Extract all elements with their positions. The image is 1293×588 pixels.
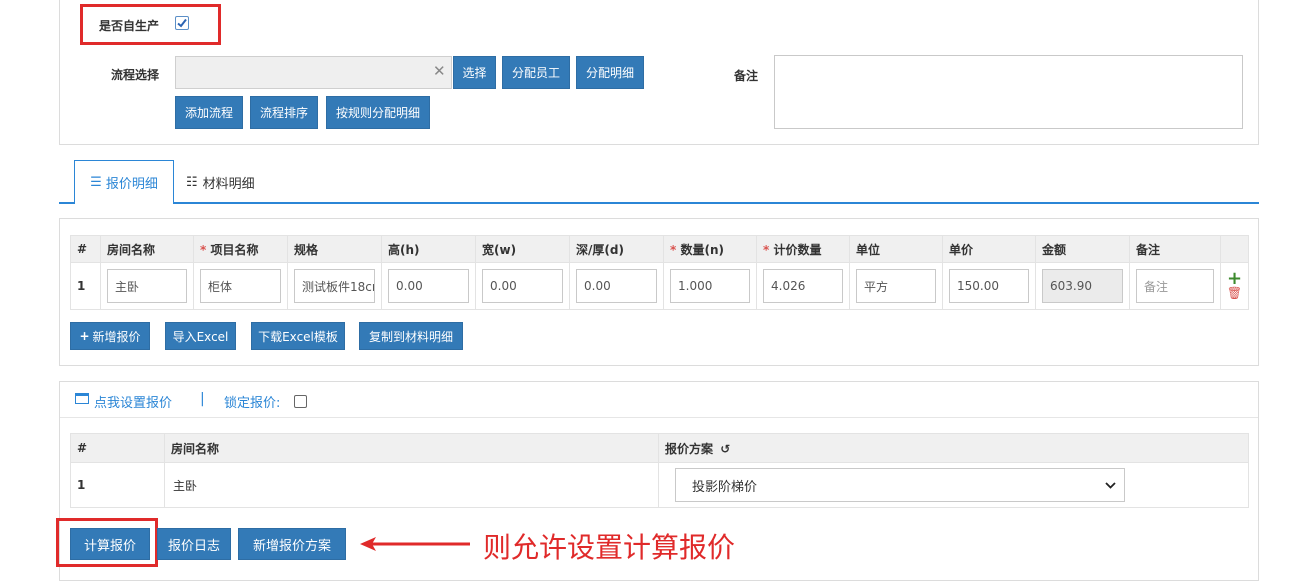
col-header-qty: * 数量(n) xyxy=(663,235,757,263)
add-process-button[interactable]: 添加流程 xyxy=(175,96,243,129)
height-input[interactable]: 0.00 xyxy=(388,269,469,303)
pricing-separator: | xyxy=(200,391,205,407)
tab-quote-detail[interactable]: ☰ 报价明细 xyxy=(74,160,174,204)
pricing-col-room: 房间名称 xyxy=(164,433,659,463)
lock-pricing-checkbox[interactable] xyxy=(294,395,307,408)
arrow-left-icon xyxy=(360,537,470,551)
ordered-list-icon: ☰ xyxy=(90,175,102,190)
process-select-input[interactable] xyxy=(175,56,452,89)
width-input[interactable]: 0.00 xyxy=(482,269,563,303)
col-header-amount: 金额 xyxy=(1035,235,1130,263)
col-header-actions xyxy=(1220,235,1249,263)
chevron-down-icon xyxy=(1105,478,1116,493)
calc-qty-input[interactable]: 4.026 xyxy=(763,269,843,303)
copy-to-material-button[interactable]: 复制到材料明细 xyxy=(359,322,463,350)
add-row-icon[interactable]: + xyxy=(1222,270,1247,288)
sort-process-button[interactable]: 流程排序 xyxy=(250,96,318,129)
pricing-col-index: # xyxy=(70,433,165,463)
tab-quote-detail-label: 报价明细 xyxy=(105,177,158,192)
table-row: 1 主卧 投影阶梯价 xyxy=(70,462,1249,508)
unit-input[interactable]: 平方 xyxy=(856,269,936,303)
col-header-price: 单价 xyxy=(942,235,1036,263)
row-index: 1 xyxy=(70,262,101,310)
col-header-spec: 规格 xyxy=(287,235,382,263)
table-row: 1 主卧 柜体 测试板件18cr 0.00 0.00 0.00 1.000 4.… xyxy=(70,262,1249,310)
delete-row-icon[interactable]: 🗑 xyxy=(1222,286,1247,300)
col-header-room: 房间名称 xyxy=(100,235,194,263)
qty-input[interactable]: 1.000 xyxy=(670,269,750,303)
pricing-col-scheme-label: 报价方案 xyxy=(665,441,714,456)
col-header-index: # xyxy=(70,235,101,263)
room-input[interactable]: 主卧 xyxy=(107,269,187,303)
pricing-table: # 房间名称 报价方案 ↺ 1 主卧 投影阶梯价 xyxy=(70,433,1249,508)
add-scheme-button[interactable]: 新增报价方案 xyxy=(238,528,346,560)
list-icon: ☷ xyxy=(186,174,198,190)
clear-icon[interactable]: ✕ xyxy=(433,62,446,80)
item-input[interactable]: 柜体 xyxy=(200,269,281,303)
add-quote-button[interactable]: + 新增报价 xyxy=(70,322,150,350)
remark-textarea[interactable] xyxy=(774,55,1243,129)
pricing-row-index: 1 xyxy=(70,462,165,508)
production-label: 是否自生产 xyxy=(99,19,160,33)
price-input[interactable]: 150.00 xyxy=(949,269,1029,303)
remark-input[interactable]: 备注 xyxy=(1136,269,1214,303)
required-mark: * xyxy=(670,242,677,257)
remark-label: 备注 xyxy=(734,69,759,83)
pricing-panel-header-divider xyxy=(60,417,1258,418)
annotation-text: 则允许设置计算报价 xyxy=(483,531,736,564)
col-header-item: * 项目名称 xyxy=(193,235,288,263)
col-header-calc-qty: * 计价数量 xyxy=(756,235,850,263)
settings-card-icon xyxy=(75,393,89,404)
col-header-calc-qty-label: 计价数量 xyxy=(773,242,822,257)
refresh-icon[interactable]: ↺ xyxy=(720,442,730,456)
assign-by-rule-button[interactable]: 按规则分配明细 xyxy=(326,96,430,129)
pricing-col-scheme: 报价方案 ↺ xyxy=(658,433,1249,463)
required-mark: * xyxy=(200,242,207,257)
pricing-row-room: 主卧 xyxy=(164,462,659,508)
pricing-scheme-select[interactable]: 投影阶梯价 xyxy=(675,468,1125,502)
col-header-width: 宽(w) xyxy=(475,235,570,263)
spec-input[interactable]: 测试板件18cr xyxy=(294,269,375,303)
lock-pricing-label: 锁定报价: xyxy=(224,396,281,411)
import-excel-button[interactable]: 导入Excel xyxy=(165,322,236,350)
download-template-button[interactable]: 下载Excel模板 xyxy=(251,322,345,350)
col-header-remark: 备注 xyxy=(1129,235,1221,263)
col-header-height: 高(h) xyxy=(381,235,476,263)
process-label: 流程选择 xyxy=(111,68,160,82)
production-checkbox[interactable] xyxy=(175,16,189,30)
quote-log-button[interactable]: 报价日志 xyxy=(157,528,231,560)
assign-staff-button[interactable]: 分配员工 xyxy=(502,56,570,89)
tab-material-detail[interactable]: ☷ 材料明细 xyxy=(186,160,276,204)
required-mark: * xyxy=(763,242,770,257)
plus-icon: + xyxy=(79,329,90,343)
quote-table: # 房间名称 * 项目名称 规格 高(h) 宽(w) 深/厚(d) * 数量(n… xyxy=(70,235,1249,310)
pricing-settings-link[interactable]: 点我设置报价 xyxy=(94,392,172,411)
tab-material-detail-label: 材料明细 xyxy=(202,176,255,192)
depth-input[interactable]: 0.00 xyxy=(576,269,657,303)
col-header-qty-label: 数量(n) xyxy=(680,242,724,257)
select-button[interactable]: 选择 xyxy=(453,56,496,89)
calculate-quote-button[interactable]: 计算报价 xyxy=(70,528,150,560)
amount-input: 603.90 xyxy=(1042,269,1123,303)
assign-detail-button[interactable]: 分配明细 xyxy=(576,56,644,89)
col-header-item-label: 项目名称 xyxy=(210,242,259,257)
col-header-unit: 单位 xyxy=(849,235,943,263)
pricing-scheme-value: 投影阶梯价 xyxy=(692,479,758,495)
add-quote-label: 新增报价 xyxy=(92,329,141,344)
col-header-depth: 深/厚(d) xyxy=(569,235,664,263)
